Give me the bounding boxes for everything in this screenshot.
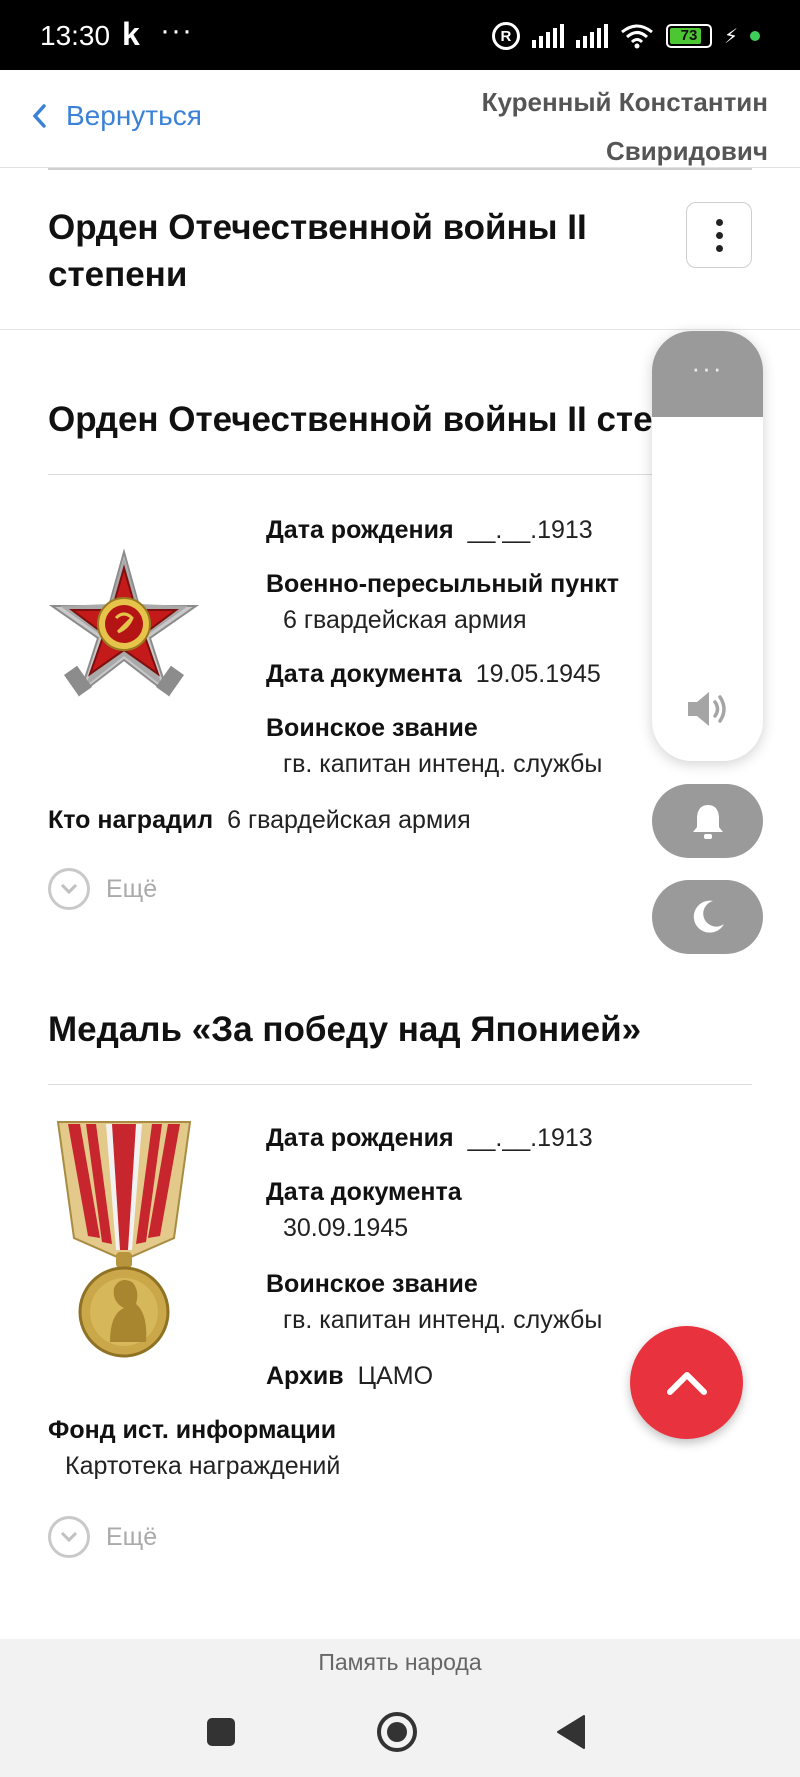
wifi-icon	[621, 24, 653, 49]
app-notification-icon: k	[122, 16, 140, 52]
ring-mode-button[interactable]	[652, 784, 763, 858]
field-value: ЦАМО	[357, 1362, 434, 1390]
volume-settings-button[interactable]: ···	[652, 331, 763, 417]
more-options-button[interactable]	[686, 202, 752, 268]
battery-icon: 73	[665, 24, 712, 48]
divider	[48, 474, 752, 475]
volume-slider[interactable]: ···	[652, 331, 763, 761]
field-info-fund: Фонд ист. информации Картотека награжден…	[48, 1412, 340, 1484]
person-name-line1: Куренный Константин	[481, 87, 768, 117]
field-label: Фонд ист. информации	[48, 1416, 337, 1444]
sticky-title-bar: Орден Отечественной войны II степени	[0, 168, 800, 330]
order-patriotic-war-icon	[48, 548, 200, 697]
chevron-left-icon	[32, 104, 46, 128]
field-label: Дата документа	[266, 1178, 462, 1206]
status-bar: 13:30 k ··· R 73 ⚡	[0, 0, 800, 70]
field-label: Дата документа	[266, 660, 462, 688]
medal-victory-over-japan-icon	[56, 1121, 192, 1358]
app-header: Вернуться Куренный Константин Свиридович	[0, 70, 800, 168]
registered-icon: R	[491, 22, 520, 50]
more-dots-icon: ···	[691, 353, 724, 383]
field-military-rank: Воинское звание гв. капитан интенд. служ…	[266, 710, 602, 782]
back-nav-button[interactable]	[546, 1707, 596, 1757]
field-awarded-by: Кто наградил 6 гвардейская армия	[48, 802, 471, 838]
signal-1-icon	[531, 24, 564, 48]
active-indicator-icon	[750, 31, 760, 41]
footer: Память народа	[0, 1639, 800, 1777]
page-title: Орден Отечественной войны II степени	[48, 208, 587, 294]
person-name: Куренный Константин Свиридович	[408, 78, 768, 176]
field-value: гв. капитан интенд. службы	[283, 1306, 603, 1334]
show-more-button[interactable]: Ещё	[48, 868, 157, 910]
do-not-disturb-button[interactable]	[652, 880, 763, 954]
back-label: Вернуться	[66, 100, 202, 131]
field-birth-date: Дата рождения __.__.1913	[266, 1120, 593, 1156]
field-archive: Архив ЦАМО	[266, 1358, 433, 1394]
field-value: 30.09.1945	[283, 1214, 409, 1242]
field-value: __.__.1913	[467, 1124, 593, 1152]
field-value: __.__.1913	[467, 516, 593, 544]
back-button[interactable]: Вернуться	[30, 100, 202, 132]
show-more-label: Ещё	[106, 1522, 158, 1551]
divider	[48, 168, 752, 170]
bell-icon	[692, 805, 723, 839]
home-button[interactable]	[372, 1707, 422, 1757]
chevron-up-icon	[666, 1371, 707, 1395]
field-label: Архив	[266, 1362, 344, 1390]
home-circle-icon	[377, 1712, 417, 1752]
show-more-button[interactable]: Ещё	[48, 1516, 157, 1558]
field-value: гв. капитан интенд. службы	[283, 750, 603, 778]
moon-icon	[693, 900, 724, 933]
field-value: 19.05.1945	[475, 660, 601, 688]
show-more-label: Ещё	[106, 874, 158, 903]
field-military-rank: Воинское звание гв. капитан интенд. служ…	[266, 1266, 602, 1338]
award-title: Медаль «За победу над Японией»	[48, 1010, 642, 1049]
field-label: Воинское звание	[266, 714, 478, 742]
chevron-down-icon	[48, 1516, 90, 1558]
field-value: 6 гвардейская армия	[283, 606, 527, 634]
kebab-dot-icon	[715, 244, 723, 252]
field-document-date: Дата документа 19.05.1945	[266, 656, 601, 692]
award-title: Орден Отечественной войны II степени	[48, 400, 658, 439]
footer-label: Память народа	[318, 1649, 482, 1675]
speaker-icon	[688, 692, 726, 726]
field-label: Кто наградил	[48, 806, 214, 834]
status-time: 13:30	[40, 20, 111, 51]
field-value: Картотека награждений	[65, 1452, 341, 1480]
kebab-dot-icon	[715, 218, 723, 226]
field-label: Дата рождения	[266, 1124, 454, 1152]
recents-button[interactable]	[196, 1707, 246, 1757]
field-birth-date: Дата рождения __.__.1913	[266, 512, 593, 548]
field-label: Дата рождения	[266, 516, 454, 544]
field-label: Военно-пересыльный пункт	[266, 570, 620, 598]
field-document-date: Дата документа 30.09.1945	[266, 1174, 462, 1246]
back-triangle-icon	[557, 1715, 585, 1749]
kebab-dot-icon	[715, 231, 723, 239]
more-notifications-icon: ···	[160, 14, 193, 47]
scroll-to-top-button[interactable]	[630, 1326, 743, 1439]
divider	[48, 1084, 752, 1085]
field-label: Воинское звание	[266, 1270, 478, 1298]
charging-icon: ⚡	[723, 25, 738, 48]
battery-level: 73	[680, 27, 698, 44]
chevron-down-icon	[48, 868, 90, 910]
recents-square-icon	[207, 1718, 235, 1746]
field-transit-point: Военно-пересыльный пункт 6 гвардейская а…	[266, 566, 619, 638]
field-value: 6 гвардейская армия	[227, 806, 471, 834]
signal-2-icon	[575, 24, 608, 48]
